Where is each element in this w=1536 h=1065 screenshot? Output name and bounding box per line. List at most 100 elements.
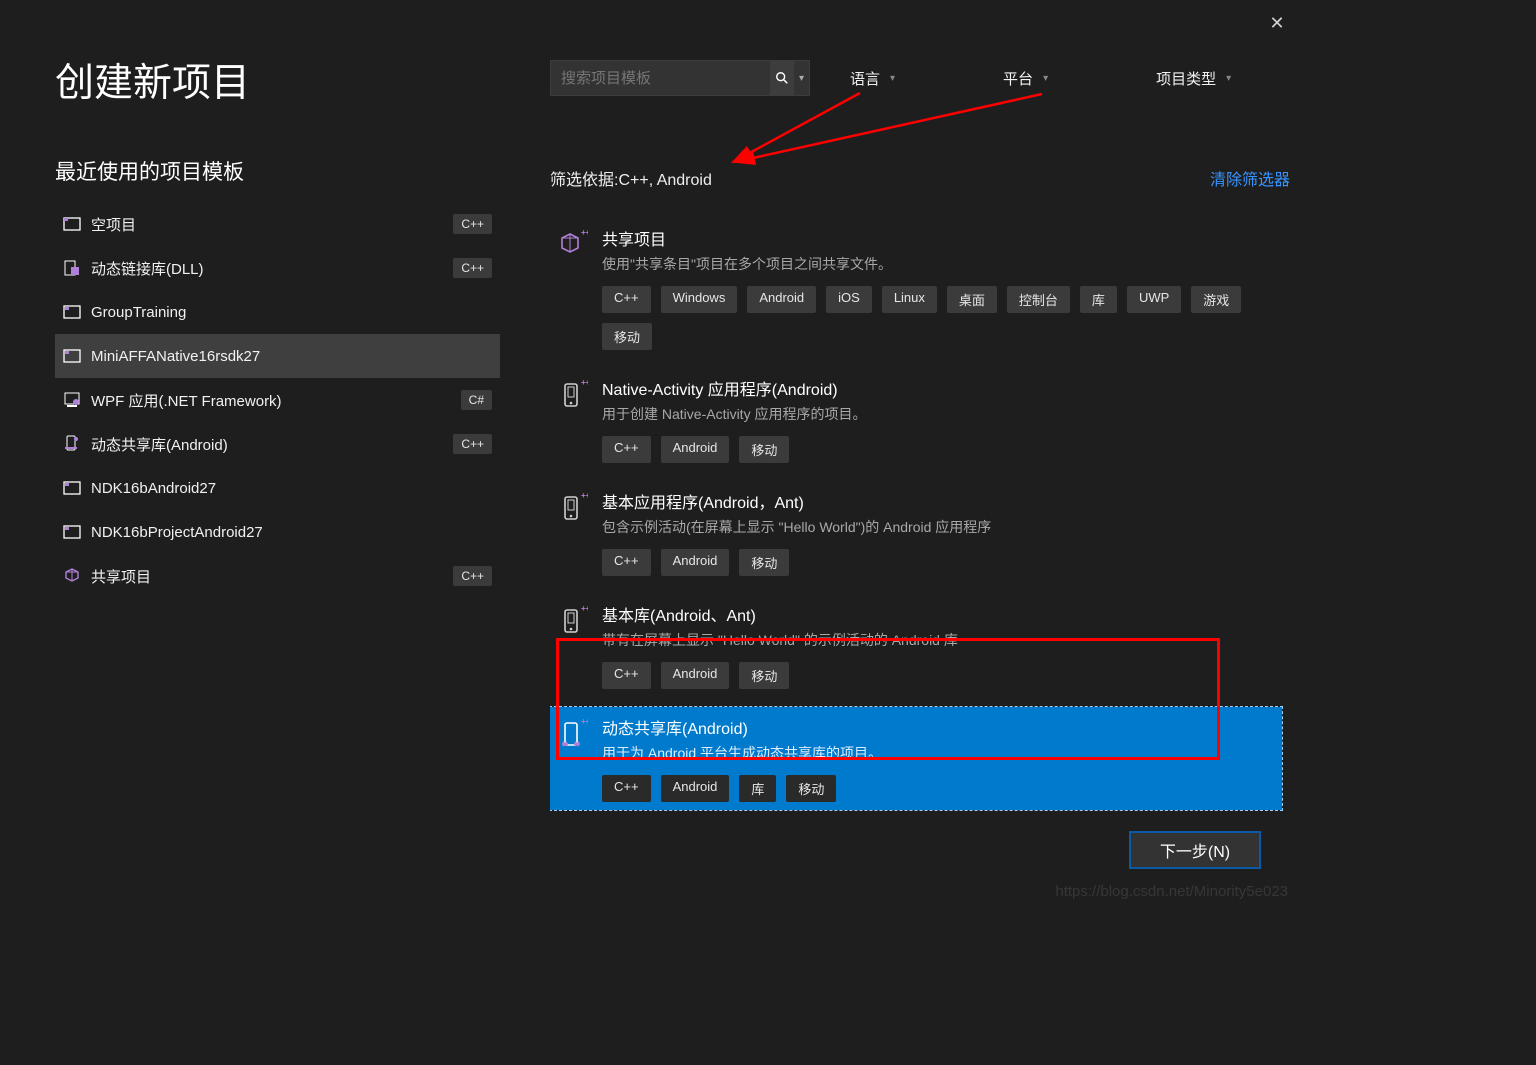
project-type-dropdown[interactable]: 项目类型 ▾	[1156, 68, 1231, 89]
recent-template-item[interactable]: WPF 应用(.NET Framework)C#	[55, 378, 500, 422]
template-tag: iOS	[826, 286, 872, 313]
recent-template-item[interactable]: 空项目C++	[55, 202, 500, 246]
watermark: https://blog.csdn.net/Minority5e023	[1055, 883, 1288, 900]
project-template-item[interactable]: ++ 共享项目使用"共享条目"项目在多个项目之间共享文件。 C++ Windows An…	[550, 218, 1282, 358]
template-tag: 游戏	[1191, 286, 1241, 313]
template-tag: C++	[602, 775, 651, 802]
recent-template-item[interactable]: 动态共享库(Android)C++	[55, 422, 500, 466]
recent-template-label: NDK16bProjectAndroid27	[91, 524, 492, 541]
recent-template-label: MiniAFFANative16rsdk27	[91, 348, 492, 365]
template-tag: 移动	[786, 775, 836, 802]
template-tag: UWP	[1127, 286, 1181, 313]
template-tag: Android	[661, 662, 730, 689]
svg-text:++: ++	[581, 378, 588, 387]
template-tag: C++	[602, 436, 651, 463]
recent-template-item[interactable]: 动态链接库(DLL)C++	[55, 246, 500, 290]
search-icon[interactable]	[770, 61, 794, 95]
language-dropdown-label: 语言	[850, 68, 880, 89]
template-icon	[63, 303, 81, 321]
recent-template-item[interactable]: MiniAFFANative16rsdk27	[55, 334, 500, 378]
project-template-item[interactable]: ++ Native-Activity 应用程序(Android) 用于创建 Nati…	[550, 368, 1282, 471]
template-description: 用于为 Android 平台生成动态共享库的项目。	[602, 743, 1272, 763]
close-icon[interactable]: ✕	[1268, 14, 1286, 32]
template-title: 动态共享库(Android)	[602, 715, 1272, 739]
recent-templates-heading: 最近使用的项目模板	[55, 156, 500, 186]
svg-text:++: ++	[581, 717, 588, 726]
template-tag: 移动	[739, 662, 789, 689]
template-title: 基本应用程序(Android，Ant)	[602, 489, 1272, 513]
recent-template-label: GroupTraining	[91, 304, 492, 321]
template-icon	[63, 215, 81, 233]
project-template-item[interactable]: ++ 动态共享库(Android) 用于为 Android 平台生成动态共享库的项目…	[550, 707, 1282, 810]
template-tag: Android	[661, 549, 730, 576]
project-template-item[interactable]: ++ 基本应用程序(Android，Ant) 包含示例活动(在屏幕上显示 "Hell…	[550, 481, 1282, 584]
recent-template-label: NDK16bAndroid27	[91, 480, 492, 497]
template-tag: 控制台	[1007, 286, 1070, 313]
template-tag: C++	[602, 549, 651, 576]
template-tag: 移动	[739, 436, 789, 463]
project-template-item[interactable]: ++静态库(Android)用于为 Android 平台创建静态库的项目C++A…	[550, 820, 1282, 828]
recent-template-label: 空项目	[91, 214, 453, 235]
template-tag: Android	[661, 775, 730, 802]
template-tag: 移动	[602, 323, 652, 350]
template-icon	[63, 259, 81, 277]
template-icon: ++	[560, 228, 588, 264]
page-title: 创建新项目	[55, 52, 500, 108]
recent-template-label: 共享项目	[91, 566, 453, 587]
template-tag: C++	[602, 286, 651, 313]
template-tag: 移动	[739, 549, 789, 576]
language-badge: C++	[453, 214, 492, 234]
recent-template-label: 动态链接库(DLL)	[91, 258, 453, 279]
platform-dropdown[interactable]: 平台 ▾	[1003, 68, 1048, 89]
template-tag: 库	[1080, 286, 1117, 313]
recent-template-item[interactable]: 共享项目C++	[55, 554, 500, 598]
template-icon: ++	[560, 717, 588, 753]
clear-filters-link[interactable]: 清除筛选器	[1210, 166, 1290, 190]
template-tag: C++	[602, 662, 651, 689]
template-tag: Linux	[882, 286, 937, 313]
project-type-dropdown-label: 项目类型	[1156, 68, 1216, 89]
recent-template-item[interactable]: NDK16bAndroid27	[55, 466, 500, 510]
chevron-down-icon: ▾	[890, 73, 895, 84]
template-icon	[63, 523, 81, 541]
language-badge: C++	[453, 566, 492, 586]
template-icon	[63, 479, 81, 497]
language-badge: C++	[453, 434, 492, 454]
template-icon: ++	[560, 604, 588, 640]
svg-text:++: ++	[581, 228, 588, 237]
project-template-item[interactable]: ++ 基本库(Android、Ant) 带有在屏幕上显示 "Hello World"…	[550, 594, 1282, 697]
template-description: 用于创建 Native-Activity 应用程序的项目。	[602, 404, 1272, 424]
template-description: 使用"共享条目"项目在多个项目之间共享文件。	[602, 254, 1272, 274]
recent-template-item[interactable]: NDK16bProjectAndroid27	[55, 510, 500, 554]
template-tag: 桌面	[947, 286, 997, 313]
template-tag: Android	[747, 286, 816, 313]
template-title: Native-Activity 应用程序(Android)	[602, 376, 1272, 400]
search-input[interactable]	[551, 70, 770, 87]
next-button[interactable]: 下一步(N)	[1130, 832, 1260, 868]
template-icon: ++	[560, 378, 588, 414]
template-description: 带有在屏幕上显示 "Hello World" 的示例活动的 Android 库	[602, 630, 1272, 650]
chevron-down-icon: ▾	[1226, 73, 1231, 84]
template-tag: 库	[739, 775, 776, 802]
template-tag: Android	[661, 436, 730, 463]
svg-text:++: ++	[581, 491, 588, 500]
template-icon	[63, 347, 81, 365]
search-dropdown-icon[interactable]: ▾	[794, 61, 809, 95]
search-templates[interactable]: ▾	[550, 60, 810, 96]
template-description: 包含示例活动(在屏幕上显示 "Hello World")的 Android 应用…	[602, 517, 1272, 537]
recent-template-item[interactable]: GroupTraining	[55, 290, 500, 334]
recent-template-label: WPF 应用(.NET Framework)	[91, 390, 461, 411]
template-icon	[63, 391, 81, 409]
template-title: 基本库(Android、Ant)	[602, 602, 1272, 626]
language-badge: C#	[461, 390, 492, 410]
template-icon	[63, 567, 81, 585]
template-tag: Windows	[661, 286, 738, 313]
language-badge: C++	[453, 258, 492, 278]
filter-summary: 筛选依据:C++, Android	[550, 166, 712, 190]
recent-template-label: 动态共享库(Android)	[91, 434, 453, 455]
language-dropdown[interactable]: 语言 ▾	[850, 68, 895, 89]
chevron-down-icon: ▾	[1043, 73, 1048, 84]
svg-text:++: ++	[581, 604, 588, 613]
template-icon	[63, 435, 81, 453]
template-title: 共享项目	[602, 226, 1272, 250]
